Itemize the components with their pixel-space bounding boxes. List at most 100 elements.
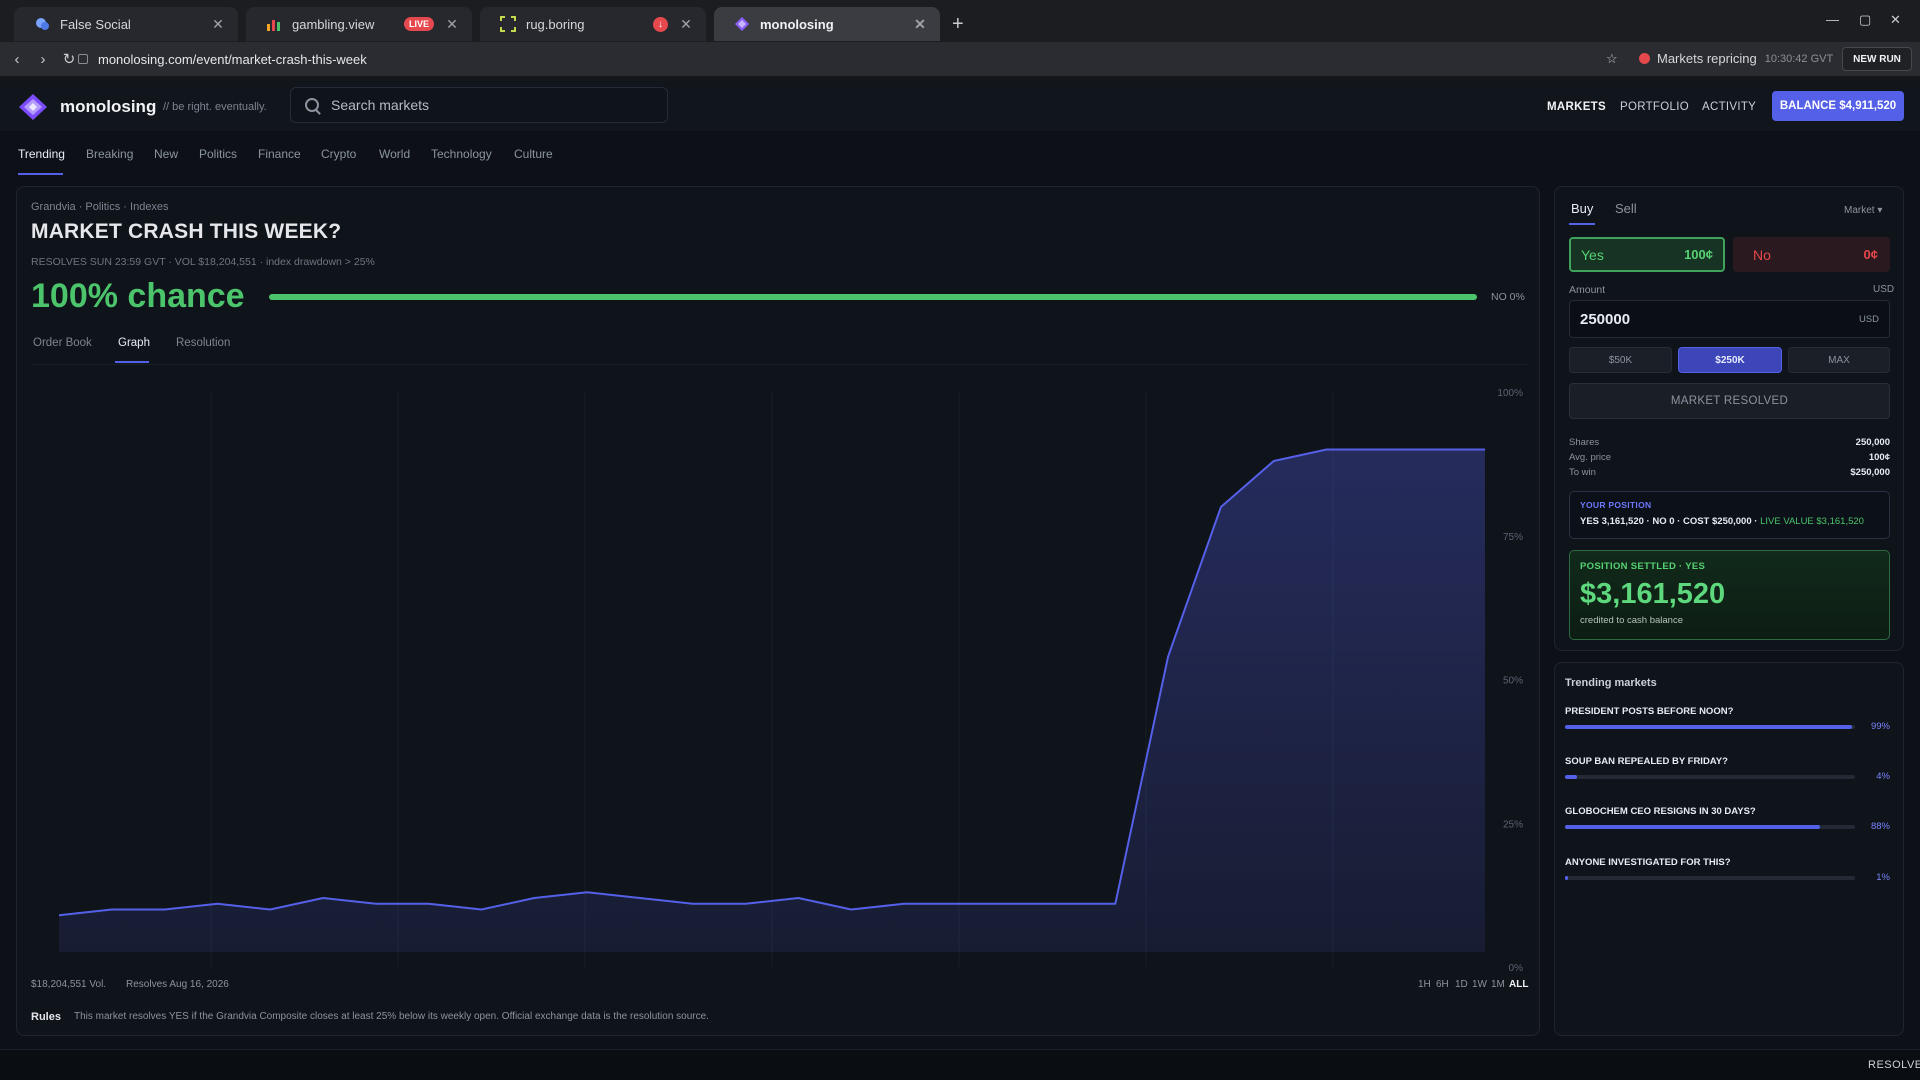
no-price: 0¢	[1863, 247, 1878, 262]
no-chance-label: NO 0%	[1491, 291, 1525, 303]
category-crypto[interactable]: Crypto	[321, 147, 356, 161]
trending-header: Trending markets	[1565, 677, 1657, 689]
close-icon[interactable]: ✕	[678, 16, 694, 33]
nav-activity[interactable]: ACTIVITY	[1702, 101, 1756, 113]
new-tab-button[interactable]: +	[952, 13, 964, 36]
tab-buy[interactable]: Buy	[1571, 201, 1593, 216]
summary-value: 250,000	[1855, 437, 1890, 448]
nav-portfolio[interactable]: PORTFOLIO	[1620, 101, 1689, 113]
no-outcome-button[interactable]: No 0¢	[1733, 237, 1890, 272]
price-chart[interactable]: 100% 75% 50% 25% 0%	[31, 372, 1531, 972]
trending-market-item[interactable]: GLOBOCHEM CEO RESIGNS IN 30 DAYS? 88%	[1565, 806, 1890, 846]
tab-resolution[interactable]: Resolution	[176, 337, 230, 349]
minimize-icon[interactable]: —	[1826, 12, 1839, 27]
amount-input[interactable]: 250000 USD	[1569, 300, 1890, 338]
tab-sell[interactable]: Sell	[1615, 201, 1637, 216]
app-header: monolosing // be right. eventually. Sear…	[0, 81, 1920, 131]
trending-markets-panel: Trending markets PRESIDENT POSTS BEFORE …	[1554, 662, 1904, 1036]
tab-false-social[interactable]: False Social ✕	[14, 7, 238, 41]
category-culture[interactable]: Culture	[514, 147, 553, 161]
range-1d[interactable]: 1D	[1455, 979, 1468, 990]
tab-title: gambling.view	[292, 16, 375, 32]
brand-name[interactable]: monolosing	[60, 97, 156, 117]
rules-label: Rules	[31, 1011, 61, 1023]
tab-rug-boring[interactable]: rug.boring ↓ ✕	[480, 7, 706, 41]
window-close-icon[interactable]: ✕	[1890, 12, 1901, 28]
active-tab-underline	[115, 361, 149, 363]
trending-market-item[interactable]: SOUP BAN REPEALED BY FRIDAY? 4%	[1565, 756, 1890, 796]
category-technology[interactable]: Technology	[431, 147, 492, 161]
settled-header: POSITION SETTLED · YES	[1580, 561, 1706, 572]
status-bar: RESOLVED	[0, 1049, 1920, 1080]
range-all[interactable]: ALL	[1509, 979, 1528, 990]
range-1m[interactable]: 1M	[1491, 979, 1505, 990]
chart-y-tick-label: 0%	[1509, 963, 1524, 972]
tab-gambling-view[interactable]: gambling.view LIVE ✕	[246, 7, 472, 41]
url-text: monolosing.com/event/market-crash-this-w…	[98, 51, 367, 67]
summary-to-win: To win $250,000	[1569, 467, 1890, 478]
yes-price: 100¢	[1684, 247, 1713, 262]
trending-market-item[interactable]: ANYONE INVESTIGATED FOR THIS? 1%	[1565, 857, 1890, 897]
market-resolved-button[interactable]: MARKET RESOLVED	[1569, 383, 1890, 419]
summary-value: 100¢	[1868, 452, 1890, 463]
trending-question: SOUP BAN REPEALED BY FRIDAY?	[1565, 756, 1728, 767]
brand-tagline: // be right. eventually.	[163, 101, 267, 113]
market-panel: Grandvia · Politics · Indexes MARKET CRA…	[16, 186, 1540, 1036]
no-label: No	[1753, 246, 1771, 263]
maximize-icon[interactable]: ▢	[1859, 12, 1871, 28]
breadcrumb[interactable]: Grandvia · Politics · Indexes	[31, 201, 169, 213]
range-1h[interactable]: 1H	[1418, 979, 1431, 990]
brand-logo-icon[interactable]	[18, 93, 48, 121]
back-icon[interactable]: ‹	[6, 51, 28, 68]
quick-max-button[interactable]: MAX	[1788, 347, 1890, 373]
nav-markets[interactable]: MARKETS	[1547, 101, 1606, 113]
chart-y-tick-label: 50%	[1503, 676, 1523, 687]
range-1w[interactable]: 1W	[1472, 979, 1487, 990]
tab-graph[interactable]: Graph	[118, 337, 150, 349]
chart-y-tick-label: 25%	[1503, 819, 1523, 830]
frame-icon	[500, 16, 516, 32]
close-icon[interactable]: ✕	[210, 16, 226, 33]
url-field[interactable]: monolosing.com/event/market-crash-this-w…	[78, 47, 1608, 71]
reload-icon[interactable]: ↻	[58, 50, 80, 68]
position-body: YES 3,161,520 · NO 0 · COST $250,000 · L…	[1580, 516, 1879, 527]
amount-label: Amount	[1569, 284, 1606, 296]
category-politics[interactable]: Politics	[199, 147, 237, 161]
chart-y-tick-label: 100%	[1497, 388, 1523, 399]
active-tab-underline	[1569, 223, 1595, 225]
quick-250k-button[interactable]: $250K	[1678, 347, 1782, 373]
summary-key: Avg. price	[1569, 452, 1612, 463]
yes-outcome-button[interactable]: Yes 100¢	[1569, 237, 1725, 272]
range-6h[interactable]: 6H	[1436, 979, 1449, 990]
status-dot-icon	[1639, 53, 1650, 64]
trending-percent: 88%	[1870, 821, 1890, 832]
forward-icon[interactable]: ›	[32, 51, 54, 68]
tab-monolosing[interactable]: monolosing ✕	[714, 7, 940, 41]
bookmark-star-icon[interactable]: ☆	[1606, 51, 1618, 67]
quick-50k-button[interactable]: $50K	[1569, 347, 1672, 373]
close-icon[interactable]: ✕	[912, 16, 928, 33]
balance-button[interactable]: BALANCE $4,911,520	[1772, 91, 1904, 121]
new-run-button[interactable]: NEW RUN	[1842, 47, 1912, 71]
summary-shares: Shares 250,000	[1569, 437, 1890, 448]
tab-order-book[interactable]: Order Book	[33, 337, 92, 349]
divider	[31, 364, 1527, 365]
site-info-icon[interactable]	[78, 54, 88, 64]
search-input[interactable]: Search markets	[290, 87, 668, 123]
category-trending[interactable]: Trending	[18, 147, 65, 161]
chance-value: 100% chance	[31, 277, 245, 315]
category-breaking[interactable]: Breaking	[86, 147, 133, 161]
rules-text: This market resolves YES if the Grandvia…	[74, 1011, 709, 1022]
status-time: 10:30:42 GVT	[1764, 52, 1834, 65]
trending-market-item[interactable]: PRESIDENT POSTS BEFORE NOON? 99%	[1565, 706, 1890, 746]
category-finance[interactable]: Finance	[258, 147, 301, 161]
trending-percent: 99%	[1870, 721, 1890, 732]
download-badge-icon: ↓	[653, 16, 668, 32]
trending-bar	[1565, 825, 1855, 829]
close-icon[interactable]: ✕	[444, 16, 460, 33]
category-world[interactable]: World	[379, 147, 410, 161]
active-category-underline	[18, 173, 63, 175]
category-new[interactable]: New	[154, 147, 178, 161]
order-type-select[interactable]: Market ▾	[1844, 205, 1882, 216]
summary-key: Shares	[1569, 437, 1600, 448]
